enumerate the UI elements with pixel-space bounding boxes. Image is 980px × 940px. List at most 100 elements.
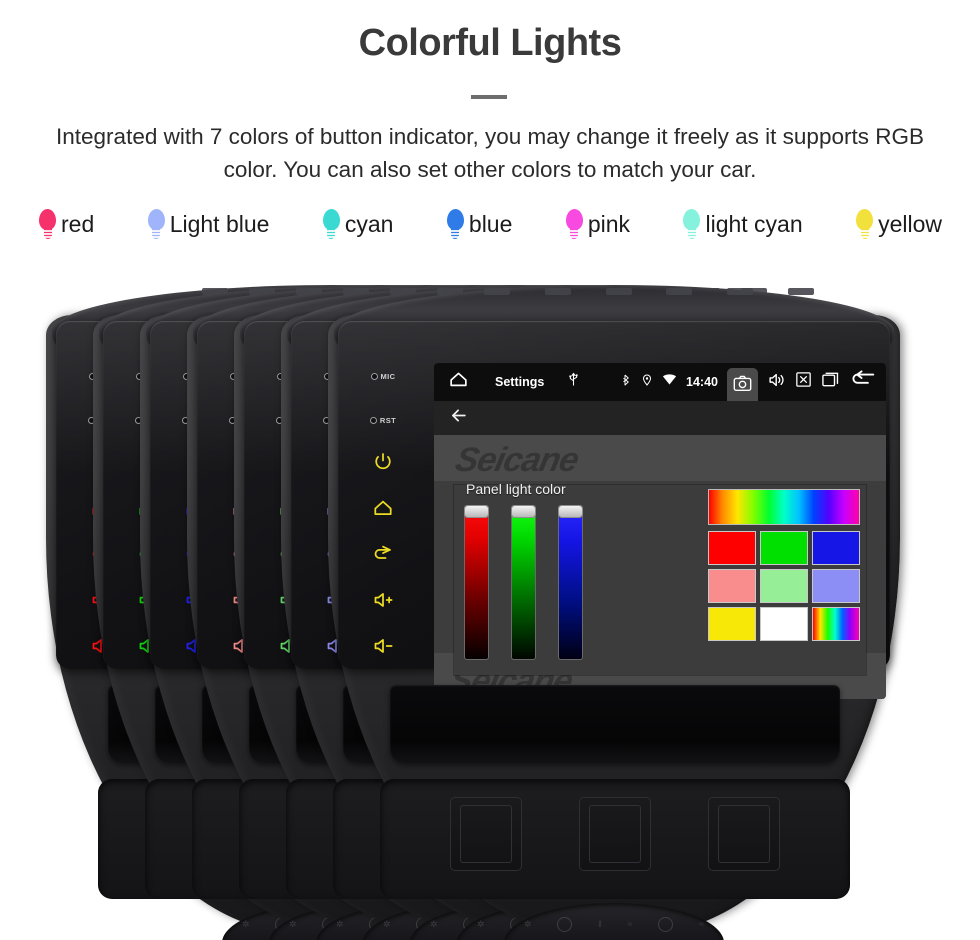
bulb-icon xyxy=(682,209,701,239)
air-vent[interactable] xyxy=(579,797,651,871)
green-slider[interactable] xyxy=(511,505,536,660)
slider-thumb[interactable] xyxy=(558,505,583,518)
slider-thumb[interactable] xyxy=(511,505,536,518)
bulb-icon xyxy=(446,209,465,239)
volume-down-button[interactable] xyxy=(372,631,394,661)
swatch-red[interactable] xyxy=(708,531,756,565)
air-vent[interactable] xyxy=(450,797,522,871)
air-vent-group xyxy=(450,797,780,877)
swatch-green[interactable] xyxy=(760,531,808,565)
status-clock: 14:40 xyxy=(686,375,718,389)
disc-slot[interactable] xyxy=(390,685,840,763)
cap-notches xyxy=(484,288,814,297)
legend-item-pink: pink xyxy=(565,209,630,239)
swatch-white[interactable] xyxy=(760,607,808,641)
page-subtitle: Integrated with 7 colors of button indic… xyxy=(56,124,924,183)
recents-icon[interactable] xyxy=(821,371,840,393)
swatch-light-green[interactable] xyxy=(760,569,808,603)
camera-icon[interactable] xyxy=(727,367,758,401)
color-legend: red Light blue cyan blue pink light cyan yello… xyxy=(38,203,942,245)
swatch-salmon[interactable] xyxy=(708,569,756,603)
climate-mark: ≈ xyxy=(699,919,704,929)
close-box-icon[interactable] xyxy=(795,371,812,393)
reset-indicator[interactable]: RST xyxy=(369,409,397,431)
swatch-grid xyxy=(708,531,860,641)
wifi-icon xyxy=(662,373,677,391)
legend-item-light-cyan: light cyan xyxy=(682,209,803,239)
home-icon[interactable] xyxy=(448,369,469,395)
page-title: Colorful Lights xyxy=(358,22,622,64)
back-arrow-icon[interactable] xyxy=(849,370,876,394)
volume-up-button[interactable] xyxy=(372,585,394,615)
bulb-icon xyxy=(565,209,584,239)
bulb-icon xyxy=(322,209,341,239)
climate-mark: ✲ xyxy=(524,918,532,929)
legend-item-light-blue: Light blue xyxy=(147,209,270,239)
volume-down-icon xyxy=(372,635,394,657)
return-arrow-icon xyxy=(372,543,394,565)
head-unit-front: MIC RST Settings 14:40 Seicane Seicane Panel l… xyxy=(328,285,900,940)
legend-item-cyan: cyan xyxy=(322,209,394,239)
swatch-rainbow[interactable] xyxy=(812,607,860,641)
volume-up-icon xyxy=(372,589,394,611)
legend-item-blue: blue xyxy=(446,209,512,239)
legend-label: pink xyxy=(587,210,631,237)
legend-label: red xyxy=(61,210,95,237)
back-button[interactable] xyxy=(372,539,394,569)
speaker-icon[interactable] xyxy=(767,371,786,394)
legend-item-red: red xyxy=(38,209,94,239)
rgb-slider-group xyxy=(464,505,614,665)
power-icon xyxy=(372,451,394,473)
air-vent[interactable] xyxy=(708,797,780,871)
hardware-button-column: MIC RST xyxy=(350,365,416,695)
head-unit-stack: MICRSTSettings14:40SeicaneSeicanePanel l… xyxy=(0,250,980,940)
climate-mark: ≈ xyxy=(627,919,633,929)
legend-label: light cyan xyxy=(705,210,803,237)
red-slider[interactable] xyxy=(464,505,489,660)
legend-label: cyan xyxy=(344,210,394,237)
mic-led-icon xyxy=(370,372,378,380)
android-status-bar: Settings 14:40 xyxy=(434,363,886,401)
hue-gradient-strip[interactable] xyxy=(708,489,860,525)
slider-thumb[interactable] xyxy=(464,505,489,518)
title-divider xyxy=(471,95,507,99)
dialog-title: Panel light color xyxy=(466,481,566,497)
settings-subheader xyxy=(434,401,886,435)
home-icon xyxy=(372,497,394,519)
bulb-icon xyxy=(147,209,166,239)
page-root: Colorful Lights Integrated with 7 colors… xyxy=(0,0,980,940)
blue-slider[interactable] xyxy=(558,505,583,660)
climate-knob[interactable] xyxy=(557,916,573,932)
bluetooth-icon xyxy=(620,372,632,393)
bulb-icon xyxy=(38,209,57,239)
reset-label: RST xyxy=(379,415,397,425)
settings-content: SeicaneSeicanePanel light color xyxy=(434,435,886,699)
climate-marks: ✲ ‖ ≈ ≈ xyxy=(524,911,704,937)
power-button[interactable] xyxy=(372,447,394,477)
climate-mark: ‖ xyxy=(598,919,602,929)
home-button[interactable] xyxy=(372,493,394,523)
legend-label: blue xyxy=(468,210,513,237)
reset-pinhole-icon[interactable] xyxy=(369,416,377,424)
swatch-yellow[interactable] xyxy=(708,607,756,641)
watermark-band xyxy=(434,435,886,481)
panel-light-color-dialog: Panel light color xyxy=(454,481,866,675)
arrow-left-icon[interactable] xyxy=(448,406,469,430)
android-screen[interactable]: Settings14:40SeicaneSeicanePanel light c… xyxy=(434,363,886,699)
climate-knob[interactable] xyxy=(658,916,674,932)
mic-label: MIC xyxy=(380,371,396,381)
mic-indicator: MIC xyxy=(370,365,396,387)
swatch-blue[interactable] xyxy=(812,531,860,565)
legend-label: yellow xyxy=(878,210,942,237)
lower-recess xyxy=(380,779,850,899)
bulb-icon xyxy=(855,209,874,239)
screen-title: Settings xyxy=(495,375,545,389)
legend-item-yellow: yellow xyxy=(855,209,942,239)
swatch-periwinkle[interactable] xyxy=(812,569,860,603)
legend-label: Light blue xyxy=(169,210,270,237)
usb-icon xyxy=(566,371,581,393)
brand-watermark: Seicane xyxy=(452,441,582,479)
location-pin-icon xyxy=(641,372,653,393)
color-swatch-panel xyxy=(708,489,860,671)
unit-faceplate: MICRSTSettings14:40SeicaneSeicanePanel l… xyxy=(338,321,890,699)
